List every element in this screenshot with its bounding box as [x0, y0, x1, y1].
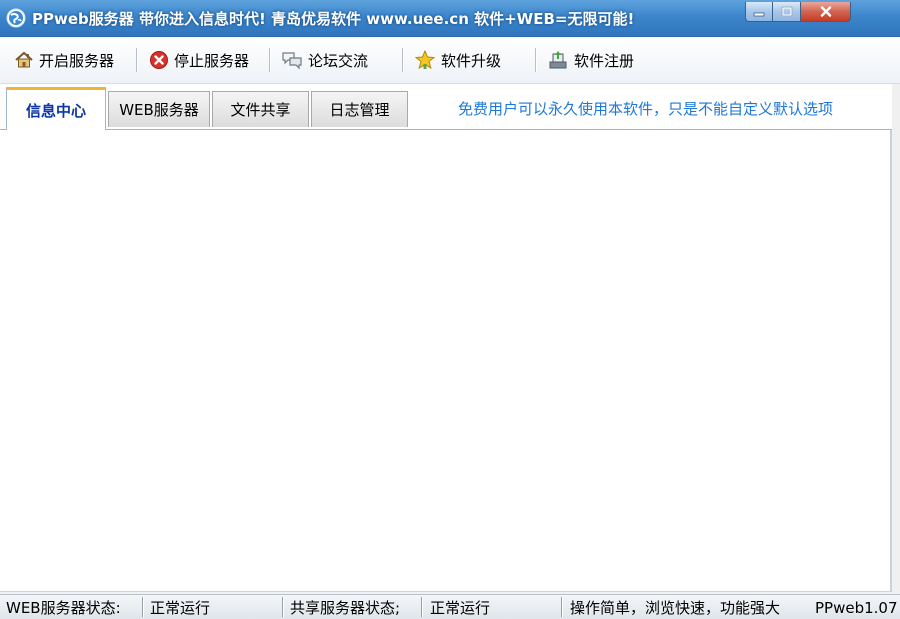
- status-divider: [421, 597, 422, 617]
- close-icon: [820, 6, 831, 17]
- toolbar-divider: [269, 48, 270, 72]
- tab-web-server[interactable]: WEB服务器: [108, 91, 210, 127]
- close-button[interactable]: [801, 2, 851, 22]
- version-text: PPweb1.07: [815, 599, 898, 617]
- info-center-panel: [0, 130, 892, 592]
- forum-button[interactable]: 论坛交流: [281, 48, 368, 72]
- toolbar-divider: [136, 48, 137, 72]
- stop-server-button[interactable]: 停止服务器: [149, 48, 249, 72]
- maximize-button[interactable]: [773, 2, 801, 22]
- status-divider: [561, 597, 562, 617]
- start-server-button[interactable]: 开启服务器: [14, 48, 114, 72]
- minimize-icon: [753, 12, 765, 16]
- stop-icon: [150, 51, 168, 69]
- share-status-label: 共享服务器状态;: [290, 599, 401, 617]
- register-label: 软件注册: [574, 51, 635, 70]
- slogan-text: 操作简单，浏览快速，功能强大: [570, 599, 781, 617]
- forum-label: 论坛交流: [308, 51, 369, 70]
- maximize-icon: [781, 6, 792, 17]
- app-window: PPweb服务器 带你进入信息时代! 青岛优易软件 www.uee.cn 软件+…: [0, 0, 900, 619]
- tab-log-management[interactable]: 日志管理: [311, 91, 408, 127]
- minimize-button[interactable]: [745, 2, 773, 22]
- title-bar[interactable]: PPweb服务器 带你进入信息时代! 青岛优易软件 www.uee.cn 软件+…: [0, 0, 900, 37]
- stop-server-label: 停止服务器: [174, 51, 250, 70]
- toolbar: 开启服务器 停止服务器 论坛交流 软件升级 软件注册: [0, 37, 900, 84]
- home-icon: [15, 51, 33, 68]
- status-divider: [282, 597, 283, 617]
- web-status-value: 正常运行: [150, 599, 211, 617]
- chat-bubbles-icon: [282, 52, 302, 70]
- toolbar-divider: [402, 48, 403, 72]
- license-notice: 免费用户可以永久使用本软件，只是不能自定义默认选项: [458, 100, 834, 118]
- tab-label: 文件共享: [230, 101, 291, 119]
- tab-label: WEB服务器: [119, 101, 199, 119]
- tab-label: 信息中心: [25, 101, 86, 120]
- globe-icon: [6, 8, 26, 28]
- tab-file-share[interactable]: 文件共享: [212, 91, 309, 127]
- register-icon: [549, 51, 567, 69]
- window-border: [892, 84, 900, 594]
- share-status-value: 正常运行: [430, 599, 491, 617]
- upgrade-button[interactable]: 软件升级: [414, 48, 501, 72]
- upgrade-label: 软件升级: [441, 51, 502, 70]
- start-server-label: 开启服务器: [39, 51, 115, 70]
- window-controls: [745, 2, 851, 24]
- tab-info-center[interactable]: 信息中心: [6, 87, 106, 130]
- web-status-label: WEB服务器状态:: [6, 599, 121, 617]
- toolbar-divider: [535, 48, 536, 72]
- register-button[interactable]: 软件注册: [547, 48, 634, 72]
- window-title: PPweb服务器 带你进入信息时代! 青岛优易软件 www.uee.cn 软件+…: [32, 10, 635, 28]
- status-bar: WEB服务器状态: 正常运行 共享服务器状态; 正常运行 操作简单，浏览快速，功…: [0, 594, 900, 619]
- star-icon: [414, 50, 436, 70]
- tab-label: 日志管理: [329, 101, 390, 119]
- status-divider: [142, 597, 143, 617]
